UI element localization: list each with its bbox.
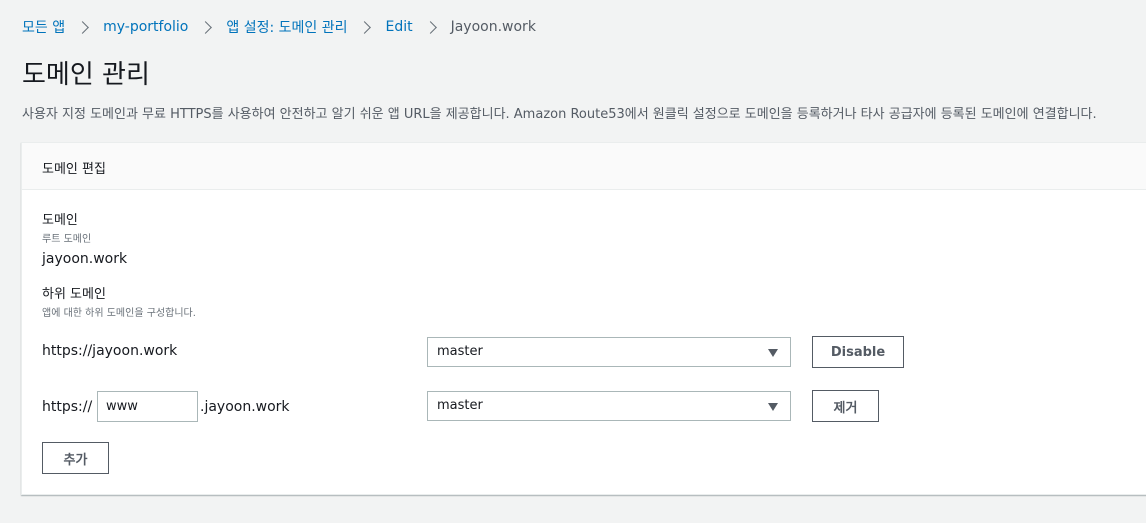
- subdomain-sublabel: 앱에 대한 하위 도메인을 구성합니다.: [42, 308, 196, 319]
- subdomain-suffix: .jayoon.work: [200, 399, 290, 415]
- domain-label: 도메인: [42, 213, 78, 228]
- chevron-right-icon: [423, 20, 437, 34]
- remove-button[interactable]: 제거: [812, 390, 879, 422]
- disable-button[interactable]: Disable: [812, 336, 904, 368]
- branch-select-value: master: [437, 398, 483, 413]
- caret-down-icon: [768, 403, 778, 411]
- breadcrumb-all-apps[interactable]: 모든 앱: [22, 17, 65, 37]
- subdomain-label: 하위 도메인: [42, 287, 106, 302]
- chevron-right-icon: [76, 20, 89, 34]
- branch-select[interactable]: master: [427, 337, 791, 367]
- breadcrumb-edit[interactable]: Edit: [385, 19, 412, 35]
- chevron-right-icon: [358, 20, 372, 34]
- chevron-right-icon: [199, 20, 213, 34]
- breadcrumb-settings[interactable]: 앱 설정: 도메인 관리: [226, 17, 347, 37]
- subdomain-root-url: https://jayoon.work: [42, 343, 178, 359]
- breadcrumb: 모든 앱 my-portfolio 앱 설정: 도메인 관리 Edit Jayo…: [22, 17, 536, 37]
- caret-down-icon: [768, 349, 778, 357]
- page-title: 도메인 관리: [22, 60, 150, 90]
- breadcrumb-app[interactable]: my-portfolio: [103, 19, 188, 35]
- subdomain-prefix: https://: [42, 399, 93, 415]
- domain-sublabel: 루트 도메인: [42, 234, 92, 245]
- subdomain-input[interactable]: [97, 391, 198, 422]
- domain-edit-panel: 도메인 편집 도메인 루트 도메인 jayoon.work 하위 도메인 앱에 …: [21, 142, 1146, 495]
- breadcrumb-current: Jayoon.work: [450, 19, 536, 35]
- panel-header: 도메인 편집: [22, 143, 1146, 190]
- branch-select-value: master: [437, 344, 483, 359]
- page-description: 사용자 지정 도메인과 무료 HTTPS를 사용하여 안전하고 알기 쉬운 앱 …: [22, 107, 1097, 122]
- panel-title: 도메인 편집: [42, 162, 106, 177]
- branch-select[interactable]: master: [427, 391, 791, 421]
- domain-value: jayoon.work: [42, 251, 128, 267]
- add-subdomain-button[interactable]: 추가: [42, 442, 109, 474]
